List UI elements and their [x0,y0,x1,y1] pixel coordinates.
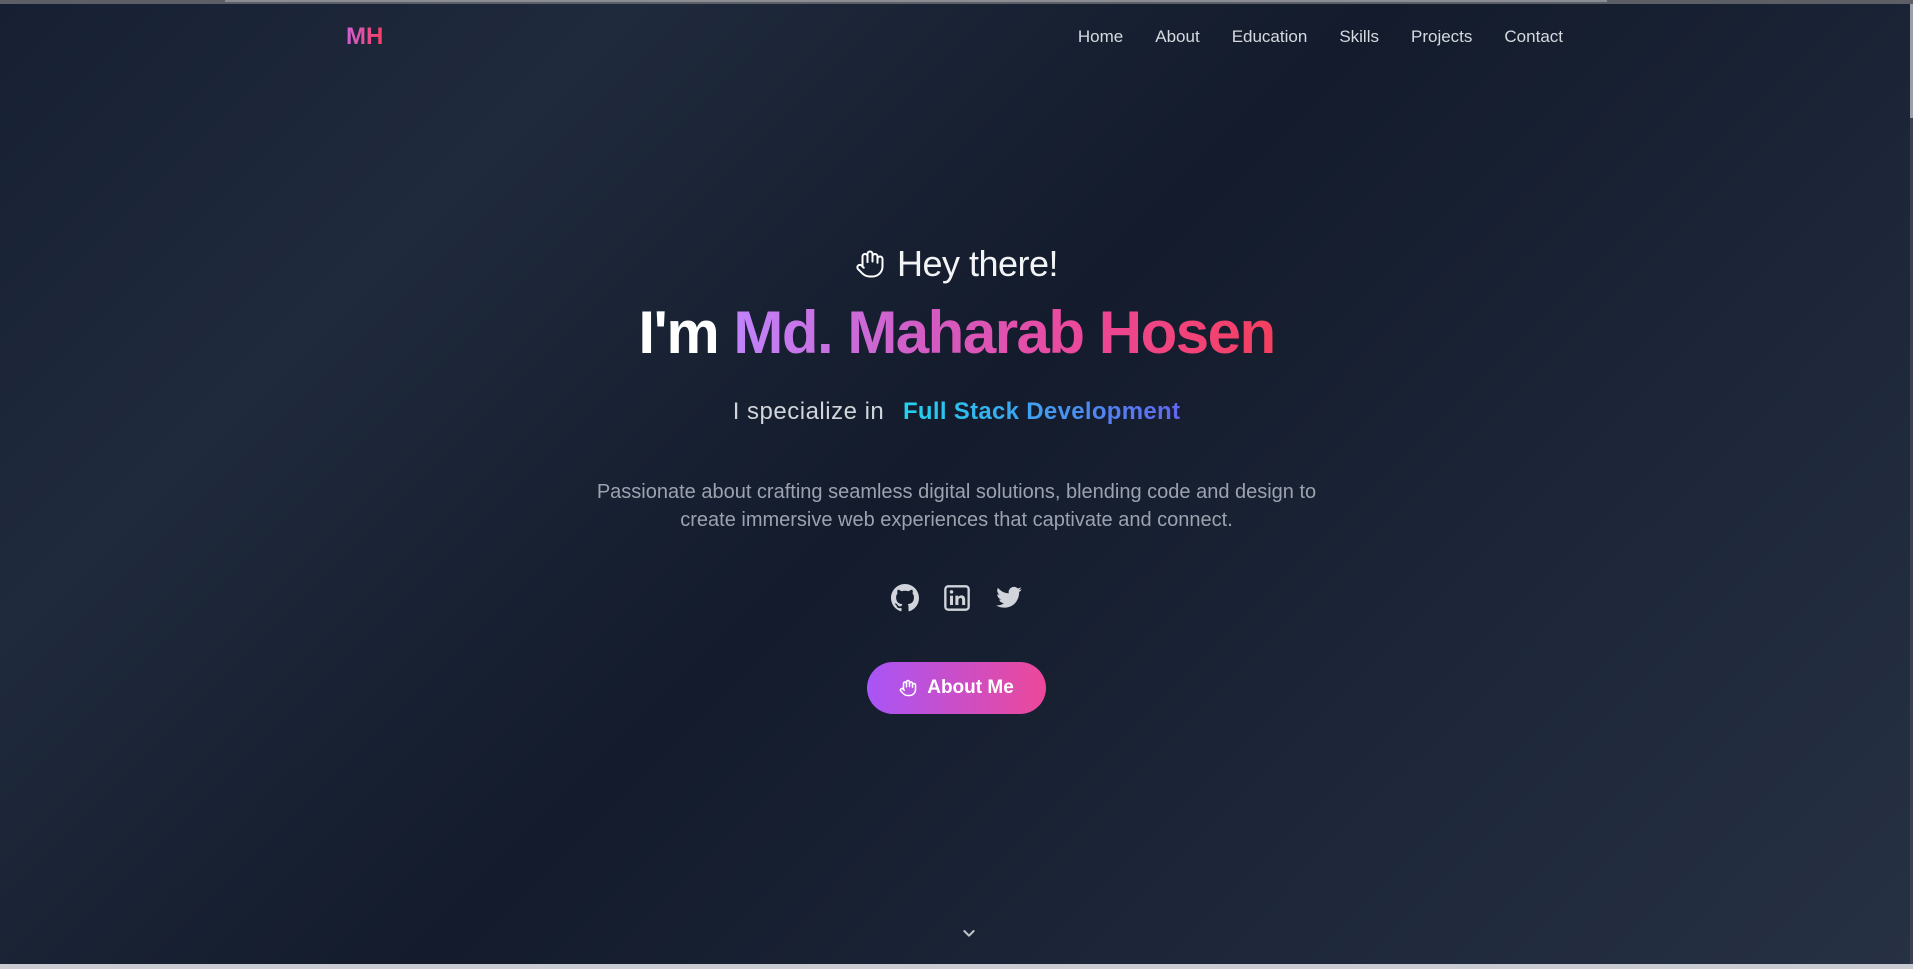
navbar: MH Home About Education Skills Projects … [346,22,1563,52]
greeting-text: Hey there! [896,243,1059,284]
nav-link-skills[interactable]: Skills [1339,27,1379,47]
hand-icon [899,679,917,697]
greeting: Hey there! [0,238,1913,290]
specialization-value: Full Stack Development [902,398,1181,425]
nav-link-projects[interactable]: Projects [1411,27,1472,47]
twitter-icon[interactable] [995,584,1023,612]
chevron-down-icon[interactable] [961,925,977,941]
nav-link-home[interactable]: Home [1078,27,1123,47]
page-title: I'm Md. Maharab Hosen [0,298,1913,368]
specialization: I specialize in Full Stack Development [0,396,1913,428]
linkedin-icon[interactable] [943,584,971,612]
nav-link-about[interactable]: About [1155,27,1199,47]
social-links [0,584,1913,612]
browser-top-bar [0,0,1913,4]
specialization-prefix: I specialize in [732,398,885,425]
hand-icon [856,250,884,278]
intro-prefix: I'm [638,299,719,366]
github-icon[interactable] [890,584,919,612]
browser-bottom-bar [0,964,1913,969]
logo[interactable]: MH [346,23,383,51]
hero-description: Passionate about crafting seamless digit… [596,481,1317,531]
hero-name: Md. Maharab Hosen [733,299,1276,366]
nav-link-education[interactable]: Education [1232,27,1308,47]
hero-section: Hey there! I'm Md. Maharab Hosen I speci… [0,238,1913,714]
about-me-label: About Me [927,677,1014,698]
nav-link-contact[interactable]: Contact [1504,27,1563,47]
about-me-button[interactable]: About Me [867,662,1046,714]
nav-links: Home About Education Skills Projects Con… [1078,27,1563,47]
